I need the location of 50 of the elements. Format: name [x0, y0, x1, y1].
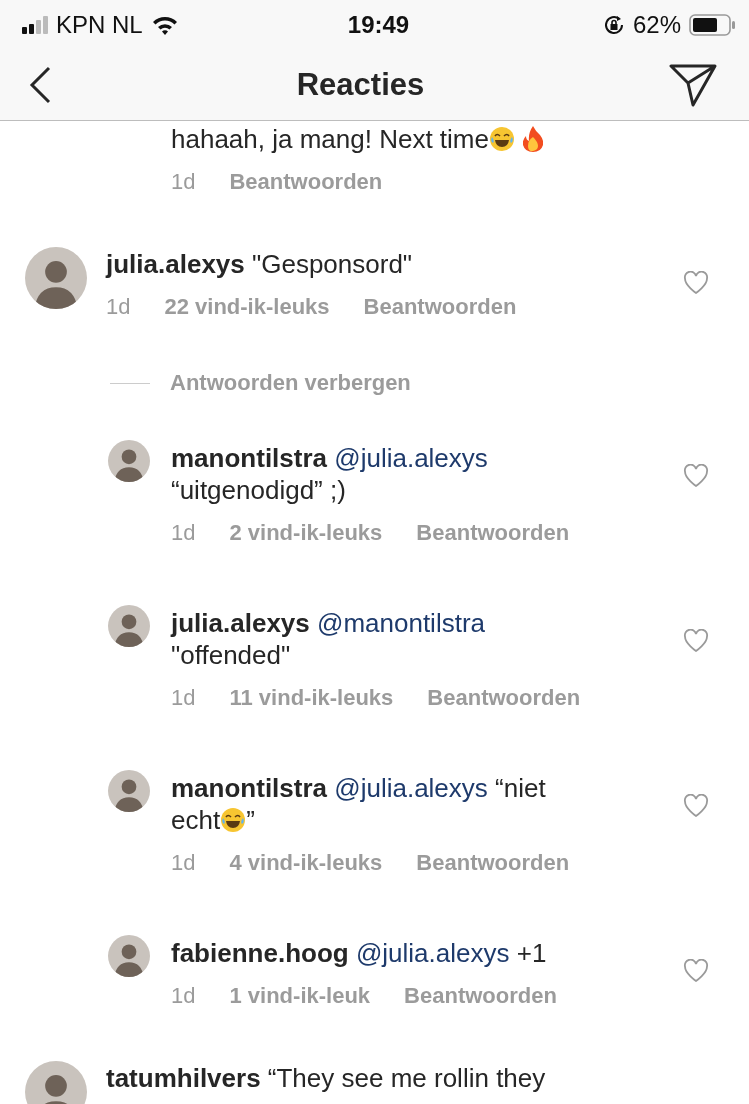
hide-replies-button[interactable]: Antwoorden verbergen: [170, 370, 411, 396]
page-title: Reacties: [296, 67, 425, 103]
reply-button[interactable]: Beantwoorden: [416, 850, 570, 876]
like-button[interactable]: [683, 629, 709, 653]
clock-time: 19:49: [347, 11, 410, 39]
rotation-lock-icon: [602, 14, 625, 36]
carrier-name: KPN NL: [56, 11, 143, 39]
send-button[interactable]: [669, 63, 717, 107]
comment-text: manontilstra @julia.alexys “niet echt ”: [171, 772, 547, 836]
comment-text: fabienne.hoog @julia.alexys +1: [171, 937, 548, 969]
reply-button[interactable]: Beantwoorden: [404, 983, 557, 1009]
comment-text: hahaah, ja mang! Next time: [171, 121, 709, 155]
battery-percentage: 62%: [632, 11, 681, 39]
mention-link[interactable]: @julia.alexys: [355, 938, 510, 968]
like-button[interactable]: [683, 794, 709, 818]
fire-emoji-icon: [522, 126, 543, 152]
comment-text: julia.alexys "Gesponsord": [106, 248, 414, 280]
reply-button[interactable]: Beantwoorden: [363, 294, 517, 320]
mention-link[interactable]: @manontilstra: [317, 608, 485, 638]
comment-time: 1d: [171, 169, 196, 195]
reply-button[interactable]: Beantwoorden: [427, 685, 581, 711]
reply-button[interactable]: Beantwoorden: [416, 520, 570, 546]
likes-count[interactable]: 11 vind-ik-leuks: [229, 685, 394, 711]
comment-text: julia.alexys @manontilstra "offended": [171, 607, 486, 671]
likes-count[interactable]: 1 vind-ik-leuk: [229, 983, 371, 1009]
like-button[interactable]: [683, 271, 709, 295]
comment-time: 1d: [171, 983, 196, 1009]
comment-text: tatumhilvers “They see me rollin they: [106, 1062, 547, 1094]
avatar[interactable]: [108, 770, 150, 812]
likes-count[interactable]: 2 vind-ik-leuks: [229, 520, 383, 546]
signal-icon: [22, 16, 48, 34]
avatar[interactable]: [108, 935, 150, 977]
comment-time: 1d: [171, 685, 196, 711]
battery-icon: [689, 14, 735, 36]
mention-link[interactable]: @julia.alexys: [334, 773, 488, 803]
comment-time: 1d: [106, 294, 131, 320]
comment-time: 1d: [171, 850, 196, 876]
like-button[interactable]: [683, 959, 709, 983]
comment-time: 1d: [171, 520, 196, 546]
reply-button[interactable]: Beantwoorden: [229, 169, 383, 195]
laughing-emoji-icon: [220, 807, 247, 833]
laughing-emoji-icon: [488, 126, 515, 152]
comment-text: manontilstra @julia.alexys “uitgenodigd” ;): [171, 442, 489, 506]
mention-link[interactable]: @julia.alexys: [334, 443, 488, 473]
avatar[interactable]: [108, 440, 150, 482]
like-button[interactable]: [683, 464, 709, 488]
avatar[interactable]: [108, 605, 150, 647]
likes-count[interactable]: 22 vind-ik-leuks: [164, 294, 330, 320]
likes-count[interactable]: 4 vind-ik-leuks: [229, 850, 383, 876]
back-button[interactable]: [28, 66, 52, 104]
